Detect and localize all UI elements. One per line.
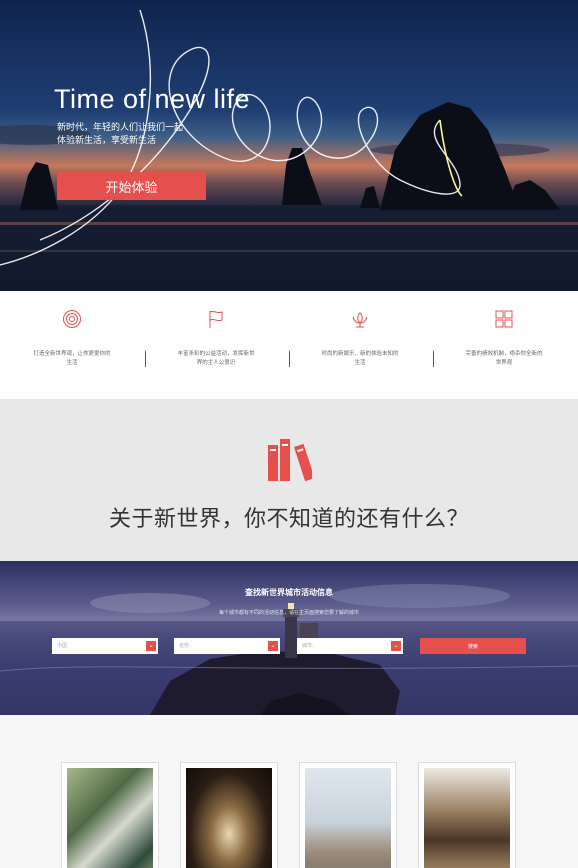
gallery-image — [186, 768, 272, 868]
about-title: 关于新世界，你不知道的还有什么？ — [108, 506, 469, 531]
gallery-card[interactable] — [299, 762, 397, 868]
province-select-value: 省份： — [179, 643, 195, 649]
feature-item: 完善的绩效机制，绝杀你全新的世界观 — [432, 291, 576, 399]
gallery-image — [67, 768, 153, 868]
hero-subtitle: 新时代，年轻的人们让我们一起 体验新生活，享受新生活 — [57, 121, 207, 147]
feature-text: 完善的绩效机制，绝杀你全新的世界观 — [465, 351, 543, 366]
city-select-value: 城市： — [302, 643, 318, 649]
feature-item: 打造全新世界观，让你更爱你的生活 — [0, 291, 144, 399]
gallery-section — [0, 715, 578, 868]
search-button[interactable]: 搜索 — [420, 638, 526, 654]
city-search-section: 查找新世界城市活动信息 每个城市都有不同的活动信息，请在主页面搜索您要了解的城市… — [0, 561, 578, 715]
chevron-down-icon: ⌄ — [268, 641, 278, 651]
feature-item: 时尚的新娱乐，新的体验未知的生活 — [288, 291, 432, 399]
gallery-image — [305, 768, 391, 868]
feature-text: 打造全新世界观，让你更爱你的生活 — [33, 351, 111, 366]
city-select[interactable]: 城市： ⌄ — [297, 638, 403, 654]
gallery-image — [424, 768, 510, 868]
search-title: 查找新世界城市活动信息 — [245, 588, 333, 597]
search-subtitle: 每个城市都有不同的活动信息，请在主页面搜索您要了解的城市 — [218, 610, 359, 616]
target-icon — [63, 310, 81, 328]
hero-title: Time of new life — [54, 84, 251, 114]
chevron-down-icon: ⌄ — [391, 641, 401, 651]
flag-icon — [209, 310, 223, 328]
feature-item: 丰富多彩的公益活动，发挥新世界的主人公意识 — [144, 291, 288, 399]
start-experience-button[interactable]: 开始体验 — [57, 172, 206, 200]
feature-text: 时尚的新娱乐，新的体验未知的生活 — [321, 351, 399, 366]
hero-subtitle-line1: 新时代，年轻的人们让我们一起 — [57, 122, 184, 132]
province-select[interactable]: 省份： ⌄ — [174, 638, 280, 654]
feature-text: 丰富多彩的公益活动，发挥新世界的主人公意识 — [177, 351, 255, 366]
chevron-down-icon: ⌄ — [146, 641, 156, 651]
lotus-icon — [352, 312, 368, 328]
about-section: 关于新世界，你不知道的还有什么？ — [0, 399, 578, 561]
books-icon — [268, 439, 312, 482]
country-select[interactable]: 中国 ⌄ — [52, 638, 158, 654]
features-strip: 打造全新世界观，让你更爱你的生活 丰富多彩的公益活动，发挥新世界的主人公意识 时… — [0, 291, 578, 399]
gallery-card[interactable] — [61, 762, 159, 868]
hero-subtitle-line2: 体验新生活，享受新生活 — [57, 135, 157, 145]
gallery-card[interactable] — [180, 762, 278, 868]
country-select-value: 中国 — [57, 643, 68, 649]
gallery-card[interactable] — [418, 762, 516, 868]
hero-banner: Time of new life 新时代，年轻的人们让我们一起 体验新生活，享受… — [0, 0, 578, 291]
grid-icon — [495, 310, 513, 328]
